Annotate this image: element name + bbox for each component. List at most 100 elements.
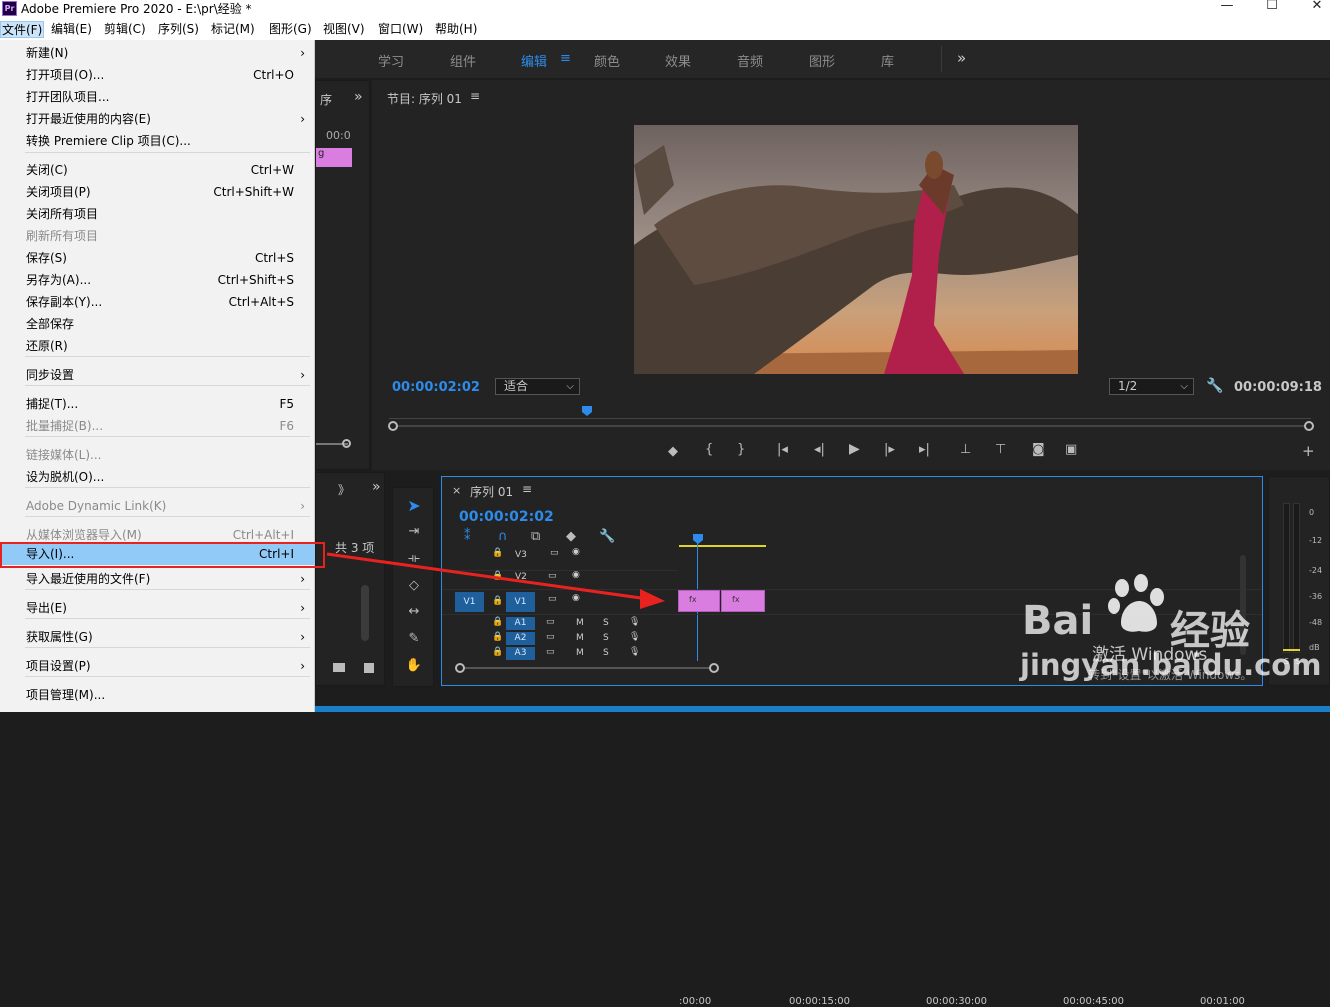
workspace-graphics[interactable]: 图形: [809, 51, 835, 70]
minimize-button[interactable]: —: [1207, 0, 1247, 16]
workspace-overflow-icon[interactable]: »: [957, 49, 966, 67]
lock-icon[interactable]: 🔒: [492, 548, 503, 558]
close-tab-icon[interactable]: ×: [452, 484, 461, 497]
track-a1-label[interactable]: A1: [506, 617, 535, 630]
out-point-icon[interactable]: }: [737, 442, 745, 457]
file-menu-item-9[interactable]: 保存(S) Ctrl+S: [0, 247, 315, 269]
file-menu-item-12[interactable]: 全部保存: [0, 313, 315, 335]
workspace-editing[interactable]: 编辑: [521, 51, 547, 70]
solo-button[interactable]: S: [603, 618, 609, 628]
source-zoom-handle[interactable]: [342, 439, 351, 448]
file-menu-item-10[interactable]: 另存为(A)... Ctrl+Shift+S: [0, 269, 315, 291]
program-time-ruler[interactable]: [389, 405, 1311, 419]
sync-lock-icon[interactable]: ▭: [548, 571, 557, 581]
timeline-menu-icon[interactable]: ≡: [522, 482, 532, 496]
file-menu-item-5[interactable]: 关闭(C) Ctrl+W: [0, 159, 315, 181]
zoom-right-handle[interactable]: [1304, 421, 1314, 431]
file-menu-item-14[interactable]: 同步设置 ›: [0, 364, 315, 386]
program-playhead-timecode[interactable]: 00:00:02:02: [392, 380, 480, 395]
lock-icon[interactable]: 🔒: [492, 632, 503, 642]
step-back-icon[interactable]: ◂|: [814, 442, 825, 457]
project-scrollbar[interactable]: [361, 585, 369, 641]
project-overflow-icon[interactable]: »: [372, 479, 381, 495]
source-patch-v1[interactable]: V1: [455, 592, 484, 612]
wrench-icon[interactable]: 🔧: [1206, 378, 1223, 394]
track-select-tool-icon[interactable]: ⇥: [404, 524, 424, 539]
sync-lock-icon[interactable]: ▭: [546, 617, 555, 627]
file-menu-item-0[interactable]: 新建(N) ›: [0, 42, 315, 64]
file-menu-item-13[interactable]: 还原(R): [0, 335, 315, 357]
export-frame-icon[interactable]: ◙: [1032, 442, 1045, 457]
timeline-tab[interactable]: 序列 01: [470, 483, 513, 500]
workspace-assembly[interactable]: 组件: [450, 51, 476, 70]
selection-tool-icon[interactable]: ➤: [404, 496, 424, 515]
timeline-zoom-right-handle[interactable]: [709, 663, 719, 673]
eye-icon[interactable]: ◉: [572, 593, 580, 603]
resolution-dropdown[interactable]: 1/2 ⌵: [1109, 378, 1194, 395]
pen-tool-icon[interactable]: ✎: [404, 631, 424, 646]
eye-icon[interactable]: ◉: [572, 570, 580, 580]
file-menu-item-23[interactable]: 导出(E) ›: [0, 597, 315, 619]
menu-help[interactable]: 帮助(H): [434, 21, 478, 38]
solo-button[interactable]: S: [603, 648, 609, 658]
program-video-frame[interactable]: [634, 125, 1078, 374]
lock-icon[interactable]: 🔒: [492, 647, 503, 657]
go-to-out-icon[interactable]: ▸|: [919, 442, 930, 457]
track-a2-label[interactable]: A2: [506, 632, 535, 645]
program-menu-icon[interactable]: ≡: [470, 89, 480, 103]
workspace-menu-icon[interactable]: ≡: [560, 51, 571, 66]
workspace-color[interactable]: 颜色: [594, 51, 620, 70]
timeline-zoom-left-handle[interactable]: [455, 663, 465, 673]
in-point-icon[interactable]: {: [705, 442, 713, 457]
maximize-button[interactable]: ☐: [1252, 0, 1292, 16]
timeline-playhead[interactable]: [693, 534, 703, 544]
lock-icon[interactable]: 🔒: [492, 571, 503, 581]
menu-view[interactable]: 视图(V): [322, 21, 366, 38]
menu-file[interactable]: 文件(F): [0, 21, 45, 38]
menu-clip[interactable]: 剪辑(C): [103, 21, 147, 38]
add-button-icon[interactable]: +: [1302, 442, 1315, 460]
track-a3-label[interactable]: A3: [506, 647, 535, 660]
file-menu-item-1[interactable]: 打开项目(O)... Ctrl+O: [0, 64, 315, 86]
solo-button[interactable]: S: [603, 633, 609, 643]
microphone-icon[interactable]: 🎙: [629, 617, 640, 627]
menu-graphics[interactable]: 图形(G): [268, 21, 313, 38]
track-v1-label[interactable]: V1: [506, 592, 535, 612]
timeline-zoom-bar[interactable]: [457, 667, 717, 669]
workspace-libraries[interactable]: 库: [881, 51, 894, 70]
menu-edit[interactable]: 编辑(E): [50, 21, 93, 38]
mute-button[interactable]: M: [576, 618, 584, 628]
menu-marker[interactable]: 标记(M): [210, 21, 256, 38]
microphone-icon[interactable]: 🎙: [629, 647, 640, 657]
zoom-left-handle[interactable]: [388, 421, 398, 431]
menu-window[interactable]: 窗口(W): [377, 21, 424, 38]
file-menu-item-22[interactable]: 导入最近使用的文件(F) ›: [0, 568, 315, 590]
nest-toggle-icon[interactable]: ⁑: [464, 529, 471, 544]
file-menu-item-4[interactable]: 转换 Premiere Clip 项目(C)...: [0, 130, 315, 152]
mute-button[interactable]: M: [576, 633, 584, 643]
file-menu-item-15[interactable]: 捕捉(T)... F5: [0, 393, 315, 415]
file-menu-item-7[interactable]: 关闭所有项目: [0, 203, 315, 225]
work-area-bar[interactable]: [679, 545, 766, 547]
file-menu-item-6[interactable]: 关闭项目(P) Ctrl+Shift+W: [0, 181, 315, 203]
file-menu-item-2[interactable]: 打开团队项目...: [0, 86, 315, 108]
slip-tool-icon[interactable]: ↔: [404, 604, 424, 619]
mute-button[interactable]: M: [576, 648, 584, 658]
razor-tool-icon[interactable]: ◇: [404, 578, 424, 593]
file-menu-item-3[interactable]: 打开最近使用的内容(E) ›: [0, 108, 315, 130]
lock-icon[interactable]: 🔒: [492, 596, 503, 606]
fit-dropdown[interactable]: 适合 ⌵: [495, 378, 580, 395]
workspace-effects[interactable]: 效果: [665, 51, 691, 70]
new-item-icon[interactable]: [364, 663, 374, 673]
go-to-in-icon[interactable]: |◂: [777, 442, 788, 457]
timeline-clip-2[interactable]: fx: [721, 590, 765, 612]
source-clip[interactable]: g: [316, 148, 352, 167]
sync-lock-icon[interactable]: ▭: [546, 632, 555, 642]
file-menu-item-18[interactable]: 设为脱机(O)...: [0, 466, 315, 488]
snap-icon[interactable]: ∩: [498, 529, 508, 544]
timeline-timecode[interactable]: 00:00:02:02: [459, 509, 554, 525]
project-tab-fragment[interactable]: 》: [338, 481, 350, 498]
sync-lock-icon[interactable]: ▭: [550, 548, 559, 558]
eye-icon[interactable]: ◉: [572, 547, 580, 557]
program-monitor-title[interactable]: 节目: 序列 01: [387, 90, 462, 107]
